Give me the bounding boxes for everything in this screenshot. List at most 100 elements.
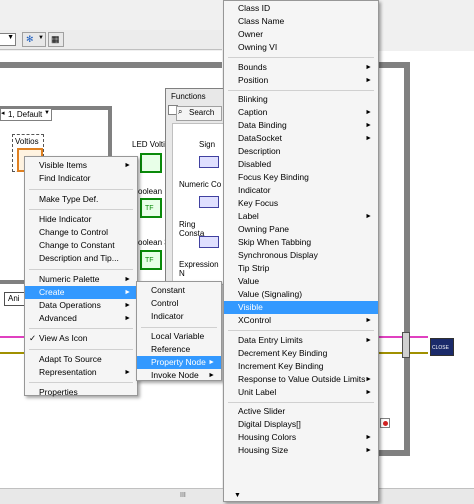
create-menu-item-control[interactable]: Control — [137, 297, 221, 310]
property-menu-item-label: Focus Key Binding — [238, 172, 309, 182]
cleanup-button[interactable]: ✻ ▼ — [22, 32, 46, 47]
create-menu-item-indicator[interactable]: Indicator — [137, 310, 221, 323]
submenu-arrow-icon: ► — [365, 109, 372, 116]
context-menu-item-data-operations[interactable]: Data Operations ► — [25, 299, 137, 312]
toolbar-dropdown-left[interactable]: ▼ — [0, 33, 16, 46]
property-menu-item-unit-label[interactable]: Unit Label ► — [224, 386, 378, 399]
search-button[interactable]: ⌕ Search — [176, 106, 222, 121]
voltios-text: Voltios — [15, 137, 39, 146]
close-indicator[interactable]: CLOSE — [430, 338, 454, 356]
property-menu-item-tip-strip[interactable]: Tip Strip — [224, 262, 378, 275]
while-loop-frame-right-side — [404, 62, 410, 456]
property-menu-item-data-entry-limits[interactable]: Data Entry Limits ► — [224, 334, 378, 347]
led-terminal[interactable] — [140, 153, 162, 173]
create-menu-item-reference[interactable]: Reference — [137, 343, 221, 356]
create-menu-item-property-node[interactable]: Property Node ► — [137, 356, 221, 369]
submenu-arrow-icon: ► — [124, 368, 131, 376]
property-menu-separator — [228, 57, 374, 59]
context-menu-item-create[interactable]: Create ► — [25, 285, 137, 299]
submenu-arrow-icon: ► — [365, 76, 372, 84]
numeric-constant-icon — [199, 196, 219, 208]
property-menu-item-label: Class Name — [238, 16, 285, 26]
property-menu-item-label: Owning VI — [238, 42, 278, 52]
property-menu-item-increment-key-binding[interactable]: Increment Key Binding — [224, 360, 378, 373]
property-menu-item-disabled[interactable]: Disabled — [224, 158, 378, 171]
context-menu-item-representation[interactable]: Representation ► — [25, 366, 137, 379]
palette-item-expression-node[interactable]: Expression N — [179, 260, 223, 278]
block-diagram-right[interactable] — [378, 51, 474, 500]
property-menu-item-label: Key Focus — [238, 198, 279, 208]
property-menu-item-class-name[interactable]: Class Name — [224, 15, 378, 28]
context-menu-item-label: Data Operations — [39, 299, 101, 310]
property-menu-item-owning-pane[interactable]: Owning Pane — [224, 223, 378, 236]
property-menu-item-value[interactable]: Value — [224, 275, 378, 288]
create-menu-item-invoke-node[interactable]: Invoke Node ► — [137, 369, 221, 382]
context-menu-item-label: Make Type Def. — [39, 193, 99, 204]
property-menu-item-caption[interactable]: Caption ► — [224, 106, 378, 119]
boolean-terminal-2[interactable]: TF — [140, 250, 162, 270]
context-menu-item-make-type-def[interactable]: Make Type Def. — [25, 193, 137, 206]
context-menu-item-description-and-tip[interactable]: Description and Tip... — [25, 252, 137, 265]
property-menu-item-housing-size[interactable]: Housing Size ► — [224, 444, 378, 457]
property-menu-item-owning-vi[interactable]: Owning VI — [224, 41, 378, 54]
property-menu-item-description[interactable]: Description — [224, 145, 378, 158]
context-menu-item-change-to-constant[interactable]: Change to Constant — [25, 239, 137, 252]
property-menu-item-digital-displays[interactable]: Digital Displays[] — [224, 418, 378, 431]
property-menu-item-position[interactable]: Position ► — [224, 74, 378, 87]
context-menu-item-view-as-icon[interactable]: ✓ View As Icon — [25, 332, 137, 345]
context-menu-item-find-indicator[interactable]: Find Indicator — [25, 172, 137, 185]
context-menu-item-properties[interactable]: Properties — [25, 386, 137, 399]
property-menu-item-label: Visible — [238, 302, 263, 312]
led-label: LED Volti — [132, 140, 165, 149]
reorder-button[interactable]: ▦ — [48, 32, 64, 47]
decrement-icon[interactable]: ◂ — [1, 109, 5, 117]
context-menu-item-change-to-control[interactable]: Change to Control — [25, 226, 137, 239]
submenu-arrow-icon: ► — [365, 434, 372, 441]
property-menu-item-label: Label — [238, 211, 259, 221]
case-selector-label: 1, Default — [8, 110, 43, 119]
submenu-arrow-icon: ► — [124, 301, 131, 309]
property-menu-item-xcontrol[interactable]: XControl ► — [224, 314, 378, 327]
property-menu-item-indicator[interactable]: Indicator — [224, 184, 378, 197]
property-menu-item-synchronous-display[interactable]: Synchronous Display — [224, 249, 378, 262]
context-menu-item-label: Adapt To Source — [39, 353, 102, 364]
case-selector[interactable]: ◂ 1, Default ▼ — [0, 108, 52, 121]
context-menu-item-visible-items[interactable]: Visible Items ► — [25, 159, 137, 172]
palette-item-sign[interactable]: Sign — [199, 140, 215, 149]
chevron-down-icon[interactable]: ▼ — [44, 110, 50, 116]
ring-constant-icon — [199, 236, 219, 248]
context-menu-item-adapt-to-source[interactable]: Adapt To Source — [25, 353, 137, 366]
property-menu-item-response-to-value-outside-limits[interactable]: Response to Value Outside Limits ► — [224, 373, 378, 386]
property-menu-item-label[interactable]: Label ► — [224, 210, 378, 223]
property-menu-item-owner[interactable]: Owner — [224, 28, 378, 41]
property-menu-item-focus-key-binding[interactable]: Focus Key Binding — [224, 171, 378, 184]
property-menu-item-visible[interactable]: Visible — [224, 301, 378, 314]
context-menu-item-numeric-palette[interactable]: Numeric Palette ► — [25, 273, 137, 286]
property-menu-item-skip-when-tabbing[interactable]: Skip When Tabbing — [224, 236, 378, 249]
toolbar: ▼ ✻ ▼ ▦ — [0, 30, 222, 50]
context-menu-item-advanced[interactable]: Advanced ► — [25, 312, 137, 325]
property-menu-item-decrement-key-binding[interactable]: Decrement Key Binding — [224, 347, 378, 360]
create-menu-item-constant[interactable]: Constant — [137, 284, 221, 297]
property-menu-item-blinking[interactable]: Blinking — [224, 93, 378, 106]
property-menu-item-housing-colors[interactable]: Housing Colors ► — [224, 431, 378, 444]
ani-label: Ani — [8, 294, 20, 303]
property-menu-item-value-signaling[interactable]: Value (Signaling) — [224, 288, 378, 301]
palette-item-numeric-constant[interactable]: Numeric Co — [179, 180, 221, 189]
property-menu-item-label: Data Binding — [238, 120, 287, 130]
stop-button-terminal[interactable] — [380, 418, 390, 428]
shift-register[interactable] — [402, 332, 410, 358]
property-menu-item-class-id[interactable]: Class ID — [224, 2, 378, 15]
context-menu-item-hide-indicator[interactable]: Hide Indicator — [25, 213, 137, 226]
property-menu-item-key-focus[interactable]: Key Focus — [224, 197, 378, 210]
boolean-terminal-1[interactable]: TF — [140, 198, 162, 218]
scroll-down-icon[interactable]: ▼ — [234, 492, 241, 499]
property-menu-item-label: Bounds — [238, 61, 267, 72]
property-menu-item-bounds[interactable]: Bounds ► — [224, 61, 378, 74]
create-menu-item-local-variable[interactable]: Local Variable — [137, 330, 221, 343]
property-menu-item-data-binding[interactable]: Data Binding ► — [224, 119, 378, 132]
property-menu-item-active-slider[interactable]: Active Slider — [224, 405, 378, 418]
property-menu-item-label: Increment Key Binding — [238, 360, 324, 371]
property-menu-item-datasocket[interactable]: DataSocket ► — [224, 132, 378, 145]
property-menu-separator — [228, 330, 374, 332]
